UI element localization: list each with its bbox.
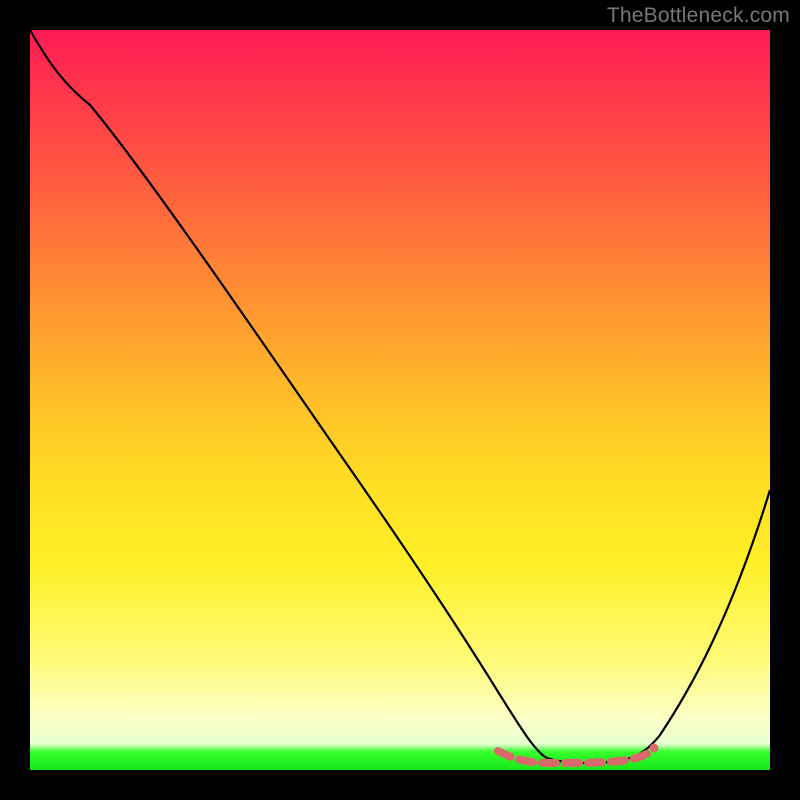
curve-layer <box>30 30 770 770</box>
main-curve <box>30 30 770 763</box>
plot-area <box>30 30 770 770</box>
trough-marker <box>498 751 650 763</box>
chart-frame: TheBottleneck.com <box>0 0 800 800</box>
watermark-text: TheBottleneck.com <box>607 4 790 28</box>
trough-end-dot <box>650 744 659 753</box>
